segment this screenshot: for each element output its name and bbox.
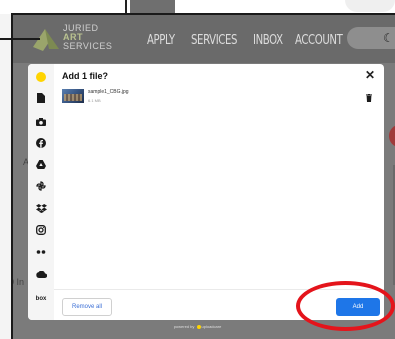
uploadcare-icon[interactable] bbox=[36, 72, 46, 82]
file-size: 6.1 MB bbox=[88, 98, 101, 103]
dropbox-icon[interactable] bbox=[34, 202, 48, 214]
moon-icon: ☾ bbox=[383, 31, 394, 45]
logo-text[interactable]: JURIED ART SERVICES bbox=[63, 24, 112, 51]
source-sidebar: box bbox=[28, 64, 54, 320]
remove-all-button[interactable]: Remove all bbox=[62, 298, 112, 316]
box-label: box bbox=[35, 296, 47, 302]
file-name: sample1_CBG.jpg bbox=[88, 89, 129, 95]
box-icon[interactable]: box bbox=[33, 293, 49, 305]
powered-brand: uploadcare bbox=[201, 324, 222, 329]
site-header: JURIED ART SERVICES APPLY SERVICES INBOX… bbox=[13, 15, 395, 63]
annotation-circle bbox=[296, 281, 395, 331]
close-icon[interactable]: ✕ bbox=[365, 68, 375, 82]
file-icon[interactable] bbox=[34, 92, 48, 104]
trash-icon[interactable] bbox=[366, 94, 372, 102]
bg-red-dot bbox=[389, 125, 395, 147]
dialog-title: Add 1 file? bbox=[62, 71, 109, 81]
gray-block bbox=[130, 0, 175, 14]
pill-shape bbox=[345, 0, 395, 12]
flickr-icon[interactable] bbox=[34, 246, 48, 258]
nav-apply[interactable]: APPLY bbox=[147, 33, 175, 48]
facebook-icon[interactable] bbox=[34, 137, 48, 149]
uploadcare-logo-icon bbox=[196, 324, 201, 329]
connector-line bbox=[0, 38, 40, 40]
nav-inbox[interactable]: INBOX bbox=[253, 33, 283, 48]
powered-prefix: powered by bbox=[173, 324, 195, 329]
file-thumbnail bbox=[62, 89, 84, 103]
camera-icon[interactable] bbox=[34, 116, 48, 128]
onedrive-icon[interactable] bbox=[34, 268, 48, 280]
bg-fragment-in: 0 In bbox=[13, 277, 25, 287]
top-strip bbox=[0, 0, 395, 14]
instagram-icon[interactable] bbox=[34, 224, 48, 236]
nav-services[interactable]: SERVICES bbox=[191, 33, 237, 48]
logo-line-3: SERVICES bbox=[63, 41, 113, 51]
google-drive-icon[interactable] bbox=[34, 158, 48, 170]
nav-account[interactable]: ACCOUNT bbox=[295, 33, 343, 48]
frame-line bbox=[125, 0, 127, 14]
google-photos-icon[interactable] bbox=[34, 180, 48, 192]
theme-toggle[interactable]: ☾ bbox=[347, 27, 395, 49]
file-list-item: sample1_CBG.jpg 6.1 MB bbox=[62, 86, 380, 110]
